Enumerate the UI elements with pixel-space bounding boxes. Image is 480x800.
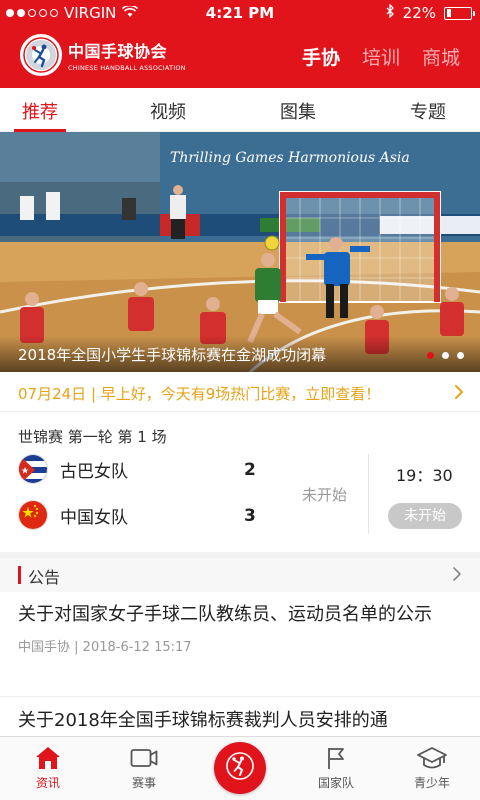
home-icon — [35, 745, 61, 771]
team-row-2: 中国女队 — [18, 500, 128, 530]
chevron-right-icon — [454, 384, 464, 404]
match-status-button[interactable]: 未开始 — [388, 503, 462, 529]
section-marker — [18, 566, 21, 584]
handball-player-icon — [225, 751, 255, 785]
graduation-cap-icon — [417, 745, 447, 771]
announcement-header[interactable]: 公告 — [0, 558, 480, 592]
tab-news[interactable]: 资讯 — [0, 737, 96, 800]
banner-caption: 2018年全国小学生手球锦标赛在金湖成功闭幕 — [0, 336, 480, 372]
brand-logo[interactable]: 中国手球协会 CHINESE HANDBALL ASSOCIATION — [20, 34, 186, 76]
top-nav-shouxie[interactable]: 手协 — [302, 43, 340, 70]
carousel-dot[interactable] — [427, 352, 434, 359]
china-flag-icon — [18, 500, 48, 530]
tab-topics[interactable]: 专题 — [410, 98, 446, 124]
team-row-1: 古巴女队 — [18, 454, 128, 484]
battery-icon — [444, 6, 475, 20]
list-item[interactable]: 关于2018年全国手球锦标赛裁判人员安排的通 — [18, 706, 462, 736]
carousel-indicator — [427, 352, 464, 359]
list-item[interactable]: 关于对国家女子手球二队教练员、运动员名单的公示 中国手协 | 2018-6-12… — [18, 600, 462, 655]
video-icon — [130, 745, 158, 771]
tab-events[interactable]: 赛事 — [96, 737, 192, 800]
divider — [0, 696, 480, 697]
bluetooth-icon — [386, 3, 395, 22]
article-title: 关于2018年全国手球锦标赛裁判人员安排的通 — [18, 710, 388, 731]
match-card[interactable]: 世锦赛 第一轮 第 1 场 古巴女队 2 中国女队 3 未开始 19：30 未开… — [0, 412, 480, 552]
banner-carousel[interactable]: Thrilling Games Harmonious Asia 2018年全国小… — [0, 132, 480, 372]
tab-label: 青少年 — [413, 776, 450, 790]
team-name-2: 中国女队 — [60, 507, 128, 528]
tab-label: 资讯 — [35, 776, 60, 790]
brand-text: 中国手球协会 CHINESE HANDBALL ASSOCIATION — [68, 38, 186, 72]
tab-label: 赛事 — [131, 776, 156, 790]
tab-youth[interactable]: 青少年 — [384, 737, 480, 800]
article-meta: 中国手协 | 2018-6-12 15:17 — [18, 636, 462, 655]
cuba-flag-icon — [18, 454, 48, 484]
match-divider — [368, 454, 369, 534]
svg-text:Thrilling Games Harmonious Asi: Thrilling Games Harmonious Asia — [170, 150, 410, 166]
carousel-dot[interactable] — [442, 352, 449, 359]
notice-text: 07月24日 | 早上好，今天有9场热门比赛，立即查看！ — [18, 385, 381, 403]
announcement-title: 公告 — [28, 568, 61, 587]
sub-tabs: 推荐 视频 图集 专题 — [0, 88, 480, 132]
article-title: 关于对国家女子手球二队教练员、运动员名单的公示 — [18, 604, 432, 625]
team-score-2: 3 — [244, 506, 256, 526]
tab-label: 国家队 — [317, 776, 354, 790]
handball-center-button[interactable] — [214, 742, 266, 794]
brand-name-en: CHINESE HANDBALL ASSOCIATION — [68, 64, 186, 72]
tab-gallery[interactable]: 图集 — [280, 98, 316, 124]
battery-level — [446, 9, 452, 17]
article-source: 中国手协 — [18, 640, 71, 655]
tab-national-team[interactable]: 国家队 — [288, 737, 384, 800]
team-score-1: 2 — [244, 460, 256, 480]
status-right: 22% — [386, 3, 475, 22]
daily-notice-bar[interactable]: 07月24日 | 早上好，今天有9场热门比赛，立即查看！ — [0, 372, 480, 412]
app-header: VIRGIN 4:21 PM 22% 中国手球协会 CHINESE HANDBA… — [0, 0, 480, 88]
tab-recommend[interactable]: 推荐 — [22, 98, 58, 124]
carousel-dot[interactable] — [457, 352, 464, 359]
association-logo — [20, 34, 62, 76]
top-nav-shangcheng[interactable]: 商城 — [422, 43, 460, 70]
brand-name-cn: 中国手球协会 — [68, 42, 168, 61]
battery-percent: 22% — [402, 4, 436, 22]
article-date: 2018-6-12 15:17 — [82, 640, 192, 655]
banner-caption-text: 2018年全国小学生手球锦标赛在金湖成功闭幕 — [18, 346, 327, 364]
tab-video[interactable]: 视频 — [150, 98, 186, 124]
status-bar: VIRGIN 4:21 PM 22% — [0, 0, 480, 26]
match-status: 未开始 — [302, 486, 348, 504]
match-title: 世锦赛 第一轮 第 1 场 — [18, 428, 167, 446]
chevron-right-icon — [452, 566, 462, 586]
flag-icon — [326, 745, 346, 771]
match-time: 19：30 — [396, 466, 453, 485]
top-nav-peixun[interactable]: 培训 — [362, 43, 400, 70]
top-nav: 手协 培训 商城 — [302, 43, 460, 70]
team-name-1: 古巴女队 — [60, 461, 128, 482]
meta-separator: | — [74, 640, 83, 655]
